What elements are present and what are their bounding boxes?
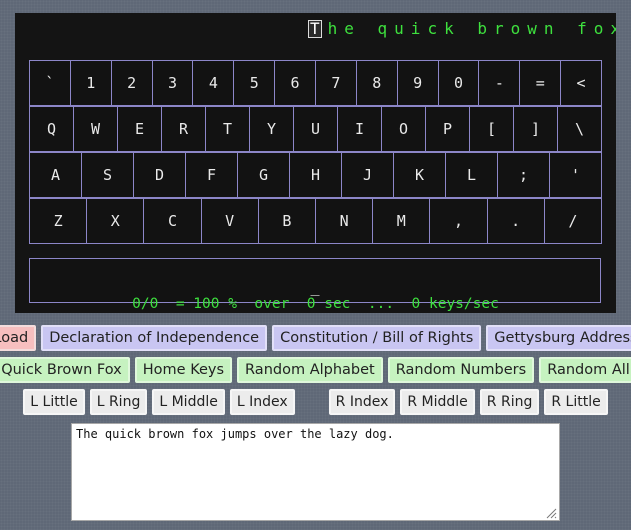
r-middle-button[interactable]: R Middle: [400, 389, 475, 415]
key[interactable]: 6: [274, 60, 316, 106]
key[interactable]: V: [200, 198, 259, 244]
l-ring-button[interactable]: L Ring: [89, 389, 148, 415]
l-middle-button[interactable]: L Middle: [152, 389, 225, 415]
keyboard-row1: ` 1 2 3 4 5 6 7 8 9 0- = <: [29, 60, 602, 106]
typing-stats: 0/0 = 100 % over 0 sec ... 0 keys/sec: [132, 296, 499, 312]
gettysburg-button[interactable]: Gettysburg Address: [486, 325, 631, 351]
random-all-button[interactable]: Random All: [539, 357, 631, 383]
keyboard-row4: Z X C V B N M,. /: [29, 198, 602, 244]
ticker-text: The quick brown fox jumps: [308, 19, 616, 39]
key[interactable]: N: [315, 198, 374, 244]
upcoming-text: he quick brown fox jumps: [327, 19, 616, 38]
key[interactable]: P: [425, 106, 470, 152]
key[interactable]: L: [445, 152, 498, 198]
key[interactable]: I: [337, 106, 382, 152]
key[interactable]: S: [81, 152, 134, 198]
key[interactable]: A: [29, 152, 82, 198]
key[interactable]: X: [86, 198, 145, 244]
key[interactable]: Z: [29, 198, 88, 244]
text-source-buttons: Load Declaration of Independence Constit…: [0, 325, 631, 351]
key[interactable]: C: [143, 198, 202, 244]
key[interactable]: T: [205, 106, 250, 152]
key[interactable]: J: [341, 152, 394, 198]
r-ring-button[interactable]: R Ring: [479, 389, 540, 415]
key[interactable]: W: [73, 106, 118, 152]
key[interactable]: Y: [249, 106, 294, 152]
key[interactable]: ,: [429, 198, 488, 244]
key[interactable]: D: [133, 152, 186, 198]
key[interactable]: R: [161, 106, 206, 152]
load-button[interactable]: Load: [0, 325, 37, 351]
practice-text-input[interactable]: The quick brown fox jumps over the lazy …: [71, 423, 560, 521]
typing-display: The quick brown fox jumps `1234567890-=<…: [15, 13, 616, 313]
key[interactable]: F: [185, 152, 238, 198]
keyboard-row3: A S D F G H J K L; ': [29, 152, 602, 198]
key[interactable]: U: [293, 106, 338, 152]
key[interactable]: =: [519, 60, 562, 106]
quick-brown-fox-button[interactable]: Quick Brown Fox: [0, 357, 130, 383]
l-little-button[interactable]: L Little: [23, 389, 85, 415]
drill-buttons: Quick Brown Fox Home Keys Random Alphabe…: [0, 357, 631, 383]
key[interactable]: E: [117, 106, 162, 152]
key[interactable]: 8: [355, 60, 398, 106]
key[interactable]: ;: [497, 152, 550, 198]
key[interactable]: ]: [513, 106, 558, 152]
resize-grip-icon[interactable]: [545, 507, 557, 519]
key[interactable]: B: [257, 198, 316, 244]
home-keys-button[interactable]: Home Keys: [134, 357, 233, 383]
key[interactable]: 1: [69, 60, 112, 106]
keyboard-row2: Q W E R T Y U I O P[] \: [29, 106, 602, 152]
key[interactable]: -: [478, 60, 521, 106]
key[interactable]: .: [486, 198, 545, 244]
key[interactable]: 3: [151, 60, 194, 106]
finger-buttons: L Little L Ring L Middle L Index R Index…: [0, 389, 631, 415]
key[interactable]: H: [289, 152, 342, 198]
key[interactable]: /: [543, 198, 602, 244]
key[interactable]: M: [372, 198, 431, 244]
key[interactable]: ': [549, 152, 602, 198]
key[interactable]: Q: [29, 106, 74, 152]
key[interactable]: [: [469, 106, 514, 152]
finger-spacer: [300, 389, 324, 415]
r-index-button[interactable]: R Index: [328, 389, 396, 415]
random-alphabet-button[interactable]: Random Alphabet: [237, 357, 383, 383]
constitution-button[interactable]: Constitution / Bill of Rights: [272, 325, 482, 351]
current-char-cursor: T: [308, 19, 322, 38]
declaration-button[interactable]: Declaration of Independence: [41, 325, 268, 351]
key[interactable]: 9: [396, 60, 439, 106]
key[interactable]: <: [560, 60, 602, 106]
key[interactable]: O: [381, 106, 426, 152]
r-little-button[interactable]: R Little: [544, 389, 608, 415]
l-index-button[interactable]: L Index: [229, 389, 295, 415]
key[interactable]: 2: [110, 60, 153, 106]
key[interactable]: \: [557, 106, 602, 152]
random-numbers-button[interactable]: Random Numbers: [387, 357, 535, 383]
key[interactable]: G: [237, 152, 290, 198]
key[interactable]: K: [393, 152, 446, 198]
key[interactable]: 7: [315, 60, 357, 106]
key[interactable]: 4: [192, 60, 235, 106]
key[interactable]: 5: [233, 60, 276, 106]
key[interactable]: `: [29, 60, 71, 106]
key[interactable]: 0: [437, 60, 480, 106]
